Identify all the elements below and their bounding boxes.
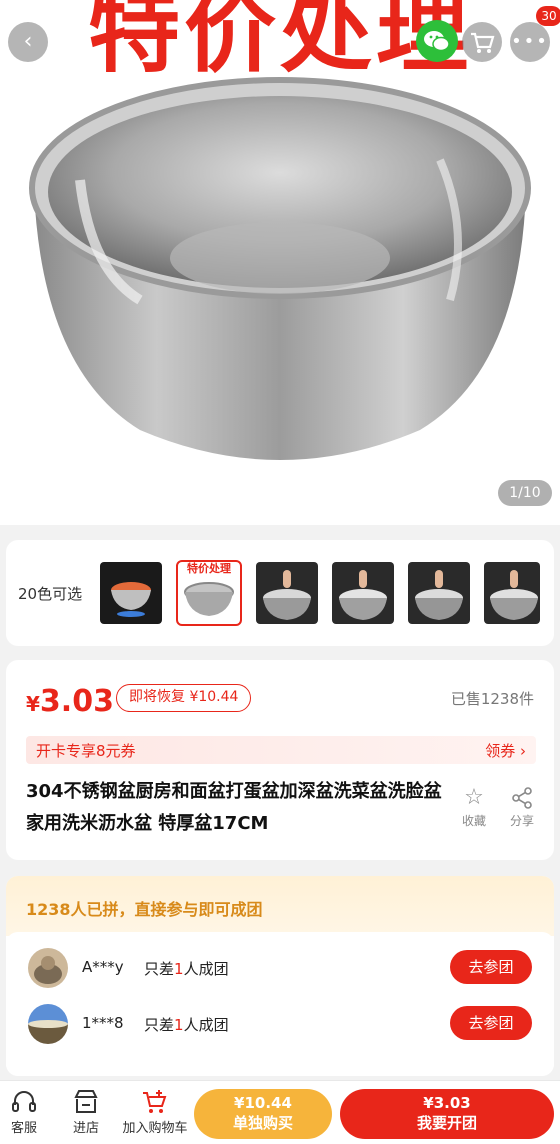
join-group-button[interactable]: 去参团 [450, 1006, 532, 1040]
sold-count: 已售1238件 [450, 690, 534, 708]
group-buy-header: 1238人已拼，直接参与即可成团 [6, 876, 554, 936]
needs-suffix: 人成团 [183, 1016, 229, 1034]
store-label: 进店 [72, 1121, 99, 1136]
share-icon [512, 787, 532, 809]
bowl-food-image [111, 582, 151, 617]
share-label: 分享 [509, 814, 534, 828]
start-group-label: 我要开团 [416, 1114, 477, 1132]
join-group-button[interactable]: 去参团 [450, 950, 532, 984]
bowl-strainer-image [490, 570, 538, 620]
currency-symbol: ¥ [26, 692, 40, 716]
price-value: 3.03 [39, 684, 114, 719]
needs-suffix: 人成团 [183, 960, 229, 978]
thumb-bowl-with-strainer-1[interactable] [256, 562, 318, 624]
headset-icon [12, 1091, 36, 1112]
wechat-share-button[interactable] [416, 20, 458, 62]
add-to-cart-tab[interactable]: 加入购物车 [116, 1087, 194, 1136]
buy-alone-button[interactable]: ¥10.44 单独购买 [194, 1089, 332, 1139]
current-price: ¥3.03 [26, 684, 114, 719]
favorite-button[interactable]: ☆ 收藏 [454, 784, 494, 829]
group-list: A***y 只差1人成团 去参团 1***8 只差1人成团 去参团 [6, 932, 554, 1076]
thumb-special-offer-bowl[interactable]: 特价处理 [176, 560, 242, 626]
star-icon: ☆ [464, 785, 484, 810]
wechat-icon [424, 31, 450, 52]
group-needs-text: 只差1人成团 [144, 1014, 229, 1035]
customer-service-tab[interactable]: 客服 [4, 1087, 44, 1136]
add-to-cart-label: 加入购物车 [122, 1121, 188, 1136]
add-cart-icon [143, 1090, 167, 1113]
thumb-bowl-with-food[interactable] [100, 562, 162, 624]
stainless-bowl-image [29, 77, 531, 460]
share-button[interactable]: 分享 [502, 784, 542, 829]
product-image-carousel[interactable]: 特价处理 1/10 [0, 0, 560, 525]
needs-count: 1 [174, 1016, 184, 1034]
more-dots-icon: ••• [511, 31, 549, 52]
thumb-bowl-with-strainer-4[interactable] [484, 562, 540, 624]
needs-count: 1 [174, 960, 184, 978]
product-info-card: ¥3.03 即将恢复 ¥10.44 已售1238件 开卡专享8元券 领券 › 3… [6, 660, 554, 860]
needs-prefix: 只差 [144, 1016, 175, 1034]
claim-coupon-link[interactable]: 领券 › [485, 740, 526, 761]
group-row: A***y 只差1人成团 去参团 [6, 940, 554, 996]
cart-count-badge: 30 [536, 6, 560, 26]
group-buy-title: 1238人已拼，直接参与即可成团 [26, 900, 263, 919]
back-button[interactable]: ‹ [8, 22, 48, 62]
cart-button[interactable] [462, 22, 502, 62]
start-group-button[interactable]: ¥3.03 我要开团 [340, 1089, 554, 1139]
avatar [28, 1004, 68, 1044]
coupon-text: 开卡专享8元券 [36, 742, 136, 760]
customer-service-label: 客服 [10, 1121, 37, 1136]
avatar-image [28, 948, 68, 988]
store-tab[interactable]: 进店 [64, 1087, 108, 1136]
thumb-caption: 特价处理 [187, 562, 231, 575]
group-user-name: A***y [82, 958, 124, 976]
image-page-counter: 1/10 [498, 480, 552, 506]
variant-count-label: 20色可选 [18, 585, 83, 603]
needs-prefix: 只差 [144, 960, 175, 978]
bowl-strainer-image [415, 570, 463, 620]
thumb-bowl-with-strainer-3[interactable] [408, 562, 470, 624]
store-icon [74, 1090, 98, 1113]
group-row: 1***8 只差1人成团 去参团 [6, 996, 554, 1052]
product-title: 304不锈钢盆厨房和面盆打蛋盆加深盆洗菜盆洗脸盆家用洗米沥水盆 特厚盆17CM [26, 781, 442, 834]
start-group-price: ¥3.03 [423, 1094, 471, 1112]
coupon-bar[interactable]: 开卡专享8元券 领券 › [26, 736, 536, 764]
thumb-bowl-with-strainer-2[interactable] [332, 562, 394, 624]
group-user-name: 1***8 [82, 1014, 124, 1032]
cart-icon [471, 32, 495, 53]
buy-alone-label: 单独购买 [232, 1114, 293, 1132]
avatar [28, 948, 68, 988]
price-restore-badge: 即将恢复 ¥10.44 [116, 684, 252, 712]
bowl-strainer-image [263, 570, 311, 620]
buy-alone-price: ¥10.44 [234, 1094, 292, 1112]
group-needs-text: 只差1人成团 [144, 958, 229, 979]
more-button[interactable]: ••• [510, 22, 550, 62]
avatar-image [28, 1004, 68, 1044]
group-buy-card: 1238人已拼，直接参与即可成团 A***y 只差1人成团 去参团 1***8 … [6, 876, 554, 1076]
favorite-label: 收藏 [461, 814, 486, 828]
variant-selector: 20色可选 特价处理 [6, 540, 554, 646]
bowl-strainer-image [339, 570, 387, 620]
bottom-action-bar: 客服 进店 加入购物车 ¥10.44 单独购买 ¥3.03 我要开团 [0, 1080, 560, 1144]
chevron-left-icon: ‹ [23, 29, 33, 54]
